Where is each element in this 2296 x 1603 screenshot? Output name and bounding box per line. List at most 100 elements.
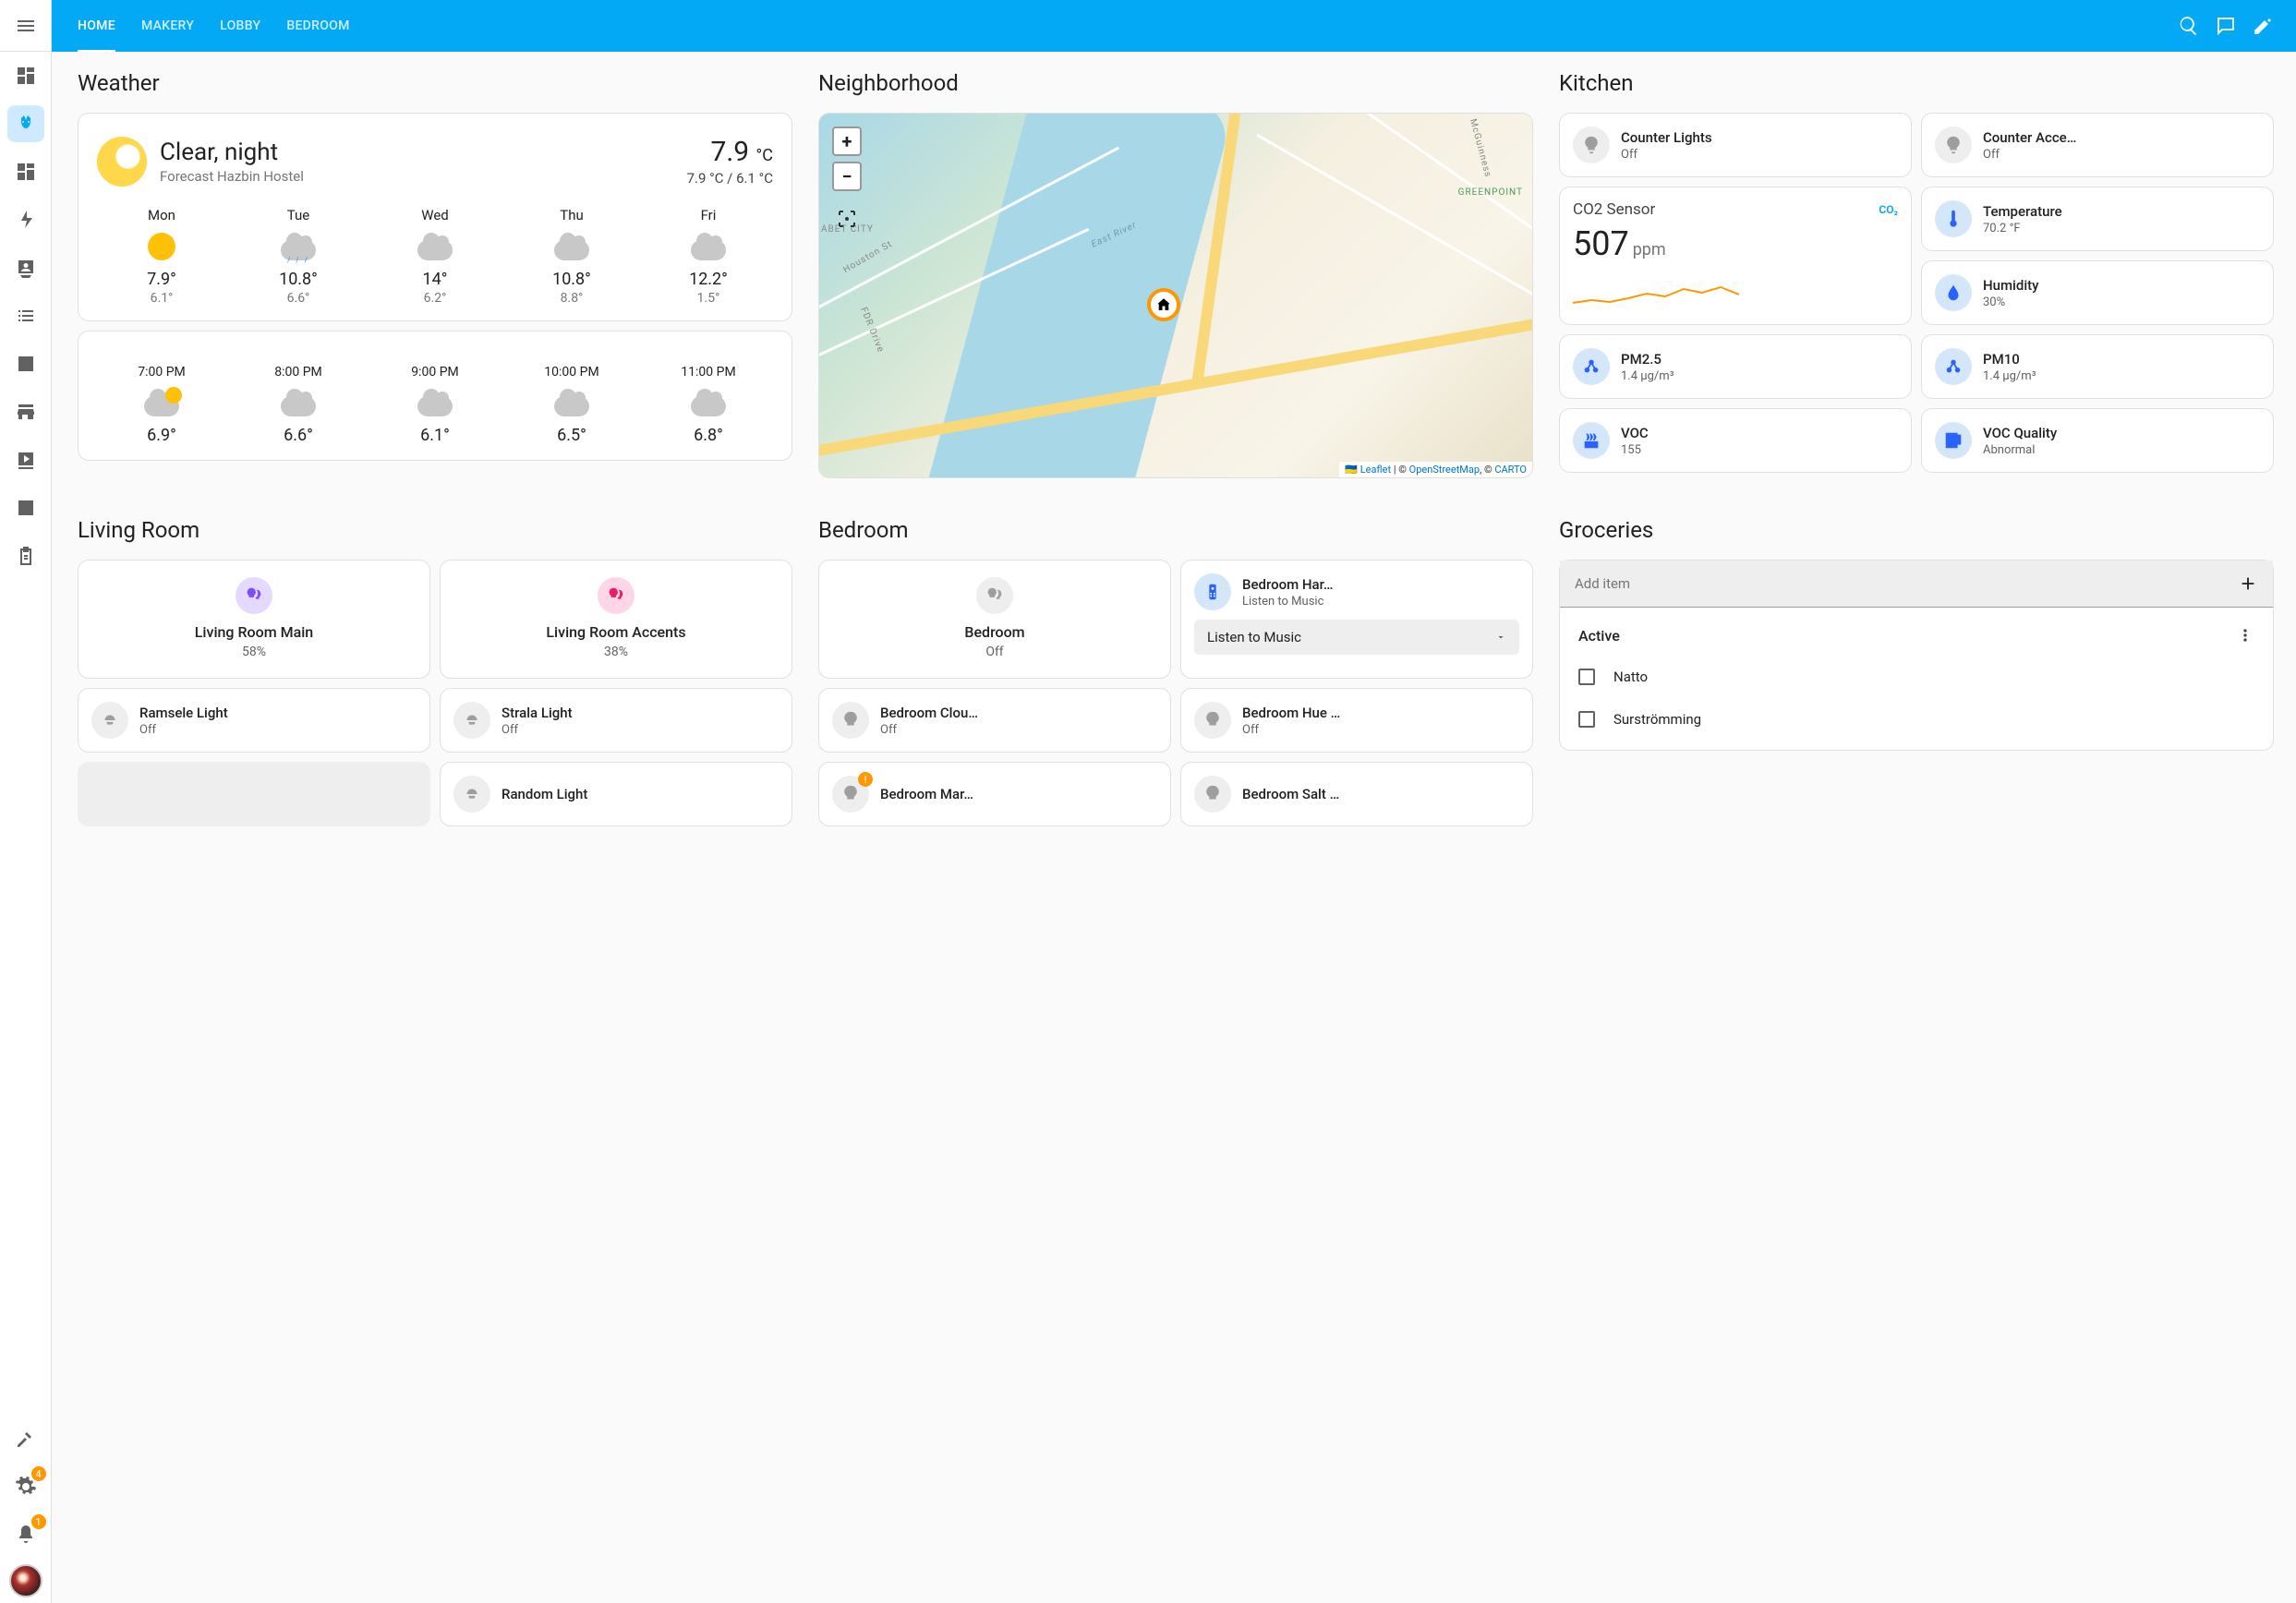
carto-link[interactable]: CARTO [1494,464,1527,476]
chart-icon [15,353,37,375]
placeholder-tile[interactable] [78,762,430,826]
grocery-list-header: Active [1578,627,1620,645]
forecast-day: Tue / / / 10.8° 6.6° [230,207,367,306]
forecast-hour: 7:00 PM 6.9° [93,365,230,445]
grocery-item[interactable]: Surströmming [1575,698,2258,741]
menu-icon [15,15,37,37]
pm10-tile[interactable]: PM101.4 µg/m³ [1921,334,2274,399]
weather-high-low: 7.9 °C / 6.1 °C [687,170,773,187]
pm25-tile[interactable]: PM2.51.4 µg/m³ [1559,334,1912,399]
lightning-icon [15,209,37,231]
weather-current-temp: 7.9 °C [687,136,773,168]
hamburger-menu[interactable] [7,7,44,44]
sidebar-list[interactable] [7,297,44,334]
sidebar-history[interactable] [7,345,44,382]
sidebar-energy[interactable] [7,201,44,238]
weather-icon [553,389,590,416]
home-marker[interactable] [1147,288,1180,321]
map-zoom-out[interactable]: − [832,162,862,191]
voc-tile[interactable]: VOC155 [1559,408,1912,473]
map-card[interactable]: ABET CITY GREENPOINT East River FDR Driv… [818,113,1533,478]
sidebar-media[interactable] [7,441,44,478]
clipboard-icon [15,545,37,567]
forecast-day: Thu 10.8° 8.8° [503,207,640,306]
tab-home[interactable]: HOME [78,1,115,52]
grocery-item[interactable]: Natto [1575,656,2258,698]
bulb-icon [840,784,861,804]
tab-makery[interactable]: MAKERY [141,1,194,51]
user-avatar[interactable] [9,1564,42,1597]
assist-button[interactable] [2207,7,2244,44]
radiator-icon [1581,430,1601,451]
pencil-icon [2252,15,2274,37]
tab-lobby[interactable]: LOBBY [220,1,260,51]
ramsele-light-tile[interactable]: Ramsele LightOff [78,688,430,753]
leaflet-link[interactable]: Leaflet [1360,464,1391,476]
sidebar-devtools[interactable] [7,1420,44,1457]
dashboard-icon [15,161,37,183]
humidity-tile[interactable]: Humidity30% [1921,260,2274,325]
edit-button[interactable] [2244,7,2281,44]
neighborhood-section-title: Neighborhood [818,70,1533,96]
forecast-day: Fri 12.2° 1.5° [640,207,777,306]
counter-lights-tile[interactable]: Counter LightsOff [1559,113,1912,177]
bedroom-cloud-tile[interactable]: Bedroom Clou…Off [818,688,1171,753]
ceiling-light-icon [100,710,120,730]
light-group-icon [606,585,626,606]
list-icon [15,305,37,327]
osm-link[interactable]: OpenStreetMap [1409,464,1480,476]
forecast-hour: 10:00 PM 6.5° [503,365,640,445]
random-light-tile[interactable]: Random Light [440,762,792,826]
groceries-card: Add item Active Natto Surströmming [1559,560,2274,751]
bedroom-main-tile[interactable]: Bedroom Off [818,560,1171,679]
weather-card-hourly[interactable]: 7:00 PM 6.9° 8:00 PM 6.6° 9:00 PM 6.1° 1… [78,331,792,461]
light-group-icon [244,585,264,606]
bulb-icon [1943,135,1964,155]
header-tabs: HOME MAKERY LOBBY BEDROOM [78,1,350,51]
voc-quality-tile[interactable]: VOC QualityAbnormal [1921,408,2274,473]
temperature-tile[interactable]: Temperature70.2 °F [1921,187,2274,251]
sidebar-clipboard[interactable] [7,537,44,574]
store-icon [15,401,37,423]
checklist-icon [1943,430,1964,451]
checkbox[interactable] [1578,711,1595,728]
bedroom-harmony-tile[interactable]: Bedroom Har…Listen to Music Listen to Mu… [1180,560,1533,679]
sidebar-dashboard-active[interactable] [7,105,44,142]
sidebar-notifications[interactable]: 1 [7,1516,44,1553]
weather-icon [553,233,590,260]
checkbox[interactable] [1578,669,1595,685]
co2-sensor-card[interactable]: CO2 Sensor CO₂ 507ppm [1559,187,1912,325]
sidebar-settings[interactable]: 4 [7,1468,44,1505]
grocery-add-input[interactable]: Add item [1560,560,2273,608]
bedroom-salt-tile[interactable]: Bedroom Salt … [1180,762,1533,826]
cat-icon [15,113,37,135]
sidebar-hacs[interactable] [7,393,44,430]
search-icon [2178,15,2200,37]
sidebar-dashboard-3[interactable] [7,153,44,190]
living-room-main-tile[interactable]: Living Room Main 58% [78,560,430,679]
bedroom-hue-tile[interactable]: Bedroom Hue …Off [1180,688,1533,753]
bedroom-marquee-tile[interactable]: ! Bedroom Mar… [818,762,1171,826]
molecule-icon [1943,356,1964,377]
groceries-section-title: Groceries [1559,517,2274,543]
sidebar-dashboard-1[interactable] [7,57,44,94]
notifications-badge: 1 [31,1514,46,1529]
strala-light-tile[interactable]: Strala LightOff [440,688,792,753]
harmony-dropdown[interactable]: Listen to Music [1194,620,1519,655]
living-room-accents-tile[interactable]: Living Room Accents 38% [440,560,792,679]
weather-icon: / / / [280,233,317,260]
counter-accents-tile[interactable]: Counter Acce…Off [1921,113,2274,177]
map-locate[interactable] [832,204,862,234]
weather-card-daily[interactable]: Clear, night Forecast Hazbin Hostel 7.9 … [78,113,792,321]
sidebar-terminal[interactable] [7,489,44,526]
more-vert-icon[interactable] [2236,626,2254,645]
weather-icon [143,389,180,416]
bulb-icon [840,710,861,730]
bedroom-section-title: Bedroom [818,517,1533,543]
search-button[interactable] [2170,7,2207,44]
bulb-icon [1581,135,1601,155]
map-zoom-in[interactable]: + [832,127,862,156]
forecast-hour: 8:00 PM 6.6° [230,365,367,445]
tab-bedroom[interactable]: BEDROOM [286,1,349,51]
sidebar-person[interactable] [7,249,44,286]
